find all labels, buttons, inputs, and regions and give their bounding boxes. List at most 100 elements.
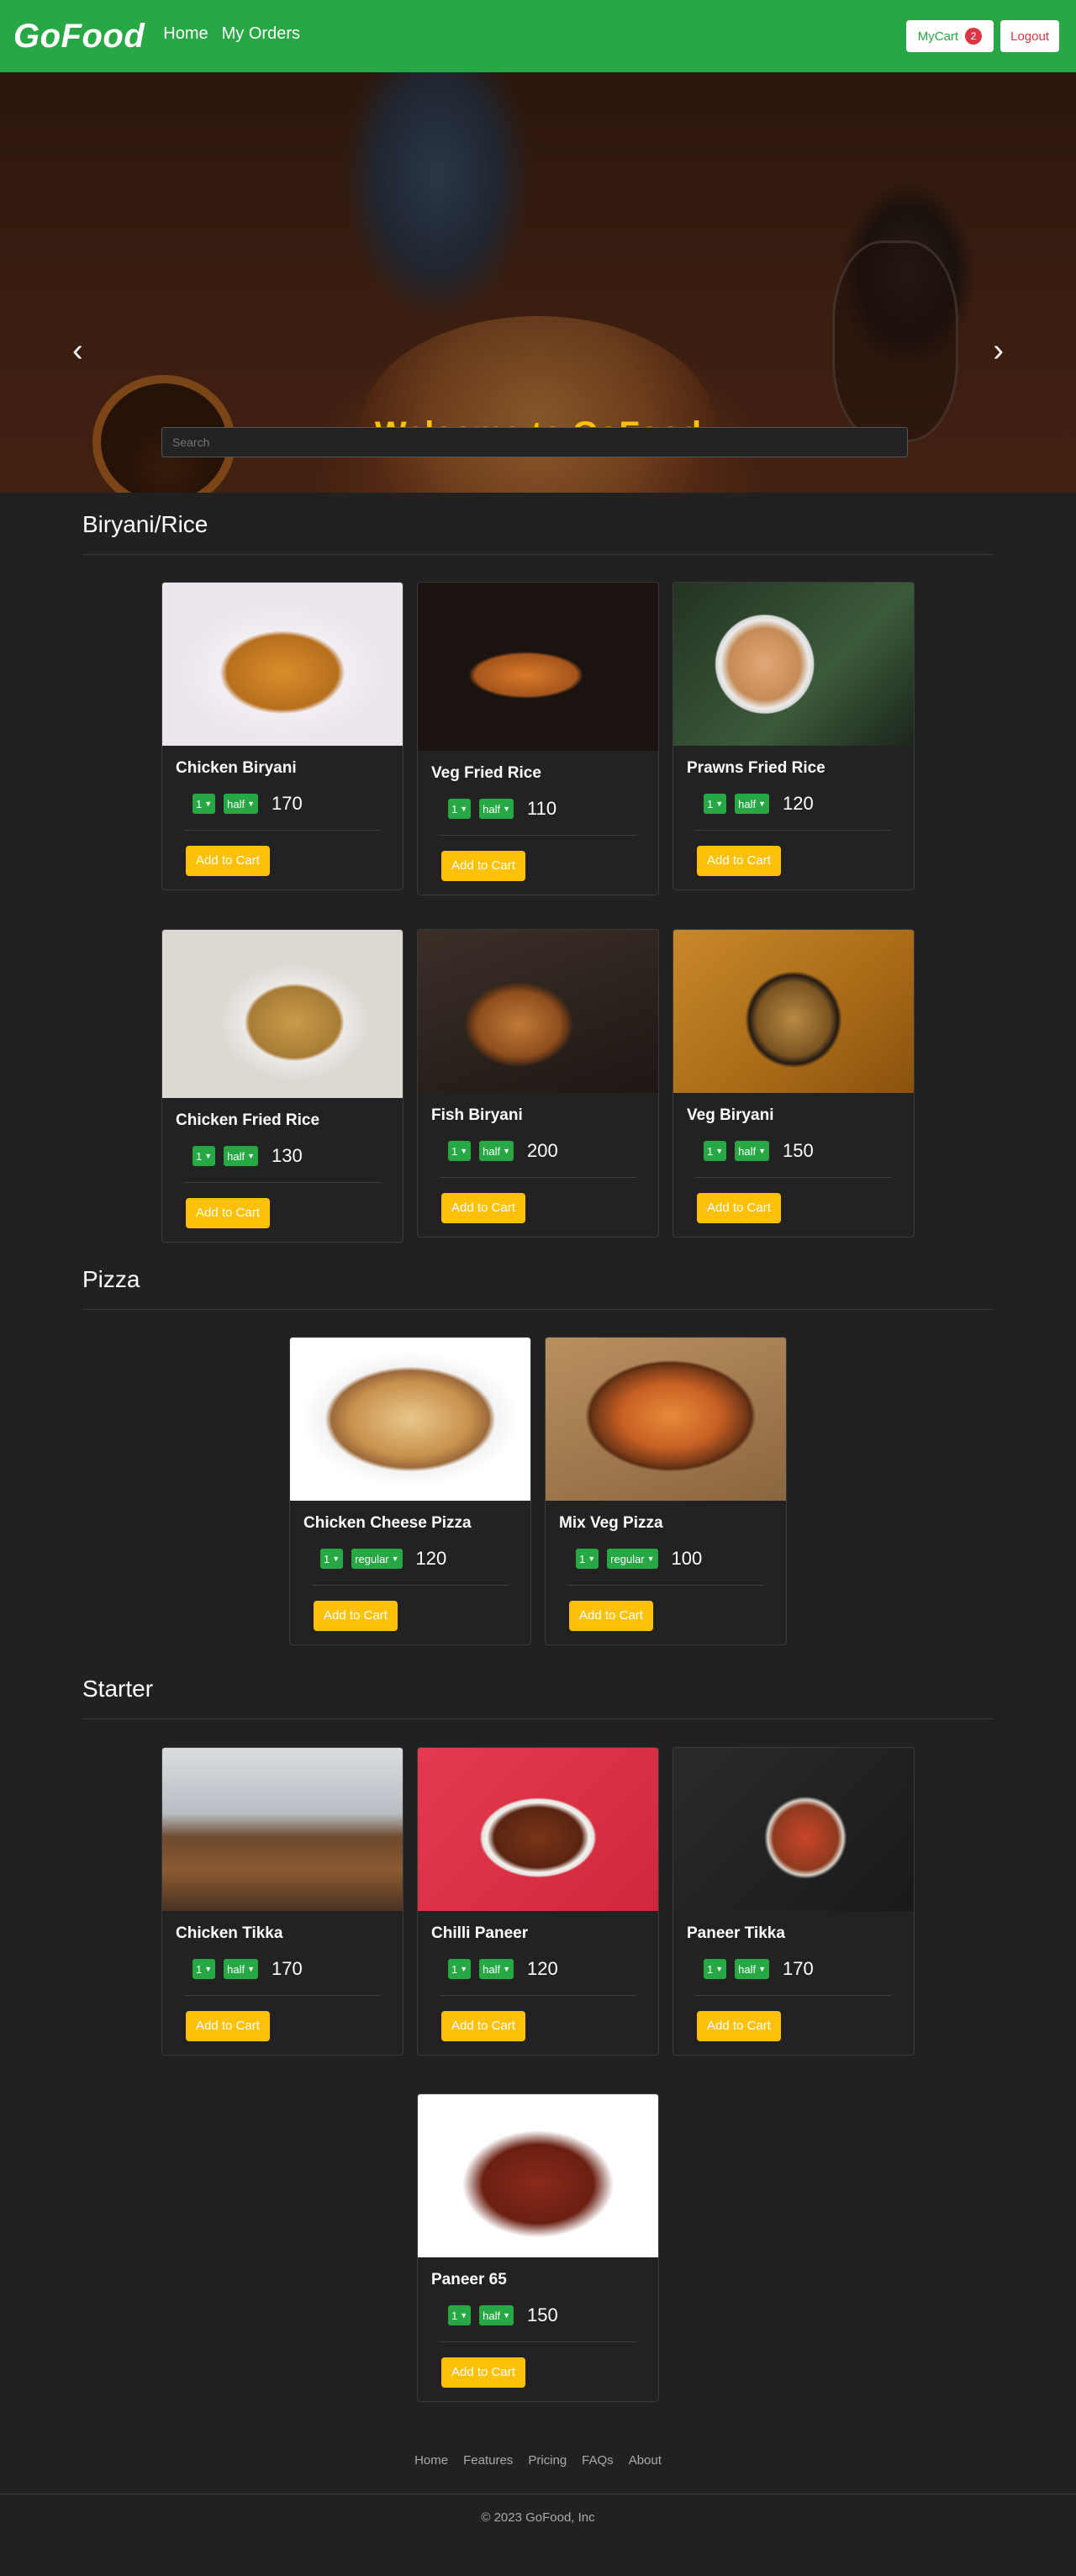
food-card-body: Fish Biryani 1 ▼ half ▼ 200 Add to Cart: [418, 1093, 658, 1237]
quantity-select[interactable]: 1 ▼: [576, 1549, 599, 1569]
quantity-select[interactable]: 1 ▼: [448, 2305, 472, 2325]
quantity-select[interactable]: 1 ▼: [704, 1959, 727, 1979]
add-to-cart-button[interactable]: Add to Cart: [441, 1193, 525, 1223]
size-select[interactable]: half ▼: [479, 799, 514, 819]
food-price: 110: [527, 798, 557, 819]
chevron-down-icon: ▼: [204, 1965, 213, 1973]
quantity-select[interactable]: 1 ▼: [448, 799, 472, 819]
quantity-select[interactable]: 1 ▼: [704, 1141, 727, 1161]
hero-pizza-shape: [361, 316, 715, 493]
footer-link-about[interactable]: About: [629, 2453, 662, 2468]
food-name: Chicken Biryani: [176, 759, 297, 777]
chevron-down-icon: ▼: [391, 1555, 399, 1563]
food-card: Paneer Tikka 1 ▼ half ▼ 170 Add to Cart: [672, 1747, 915, 2056]
quantity-value: 1: [707, 1144, 714, 1158]
quantity-select[interactable]: 1 ▼: [448, 1959, 472, 1979]
chevron-down-icon: ▼: [204, 1152, 213, 1160]
chicken-tikka-image: [162, 1748, 403, 1911]
size-select[interactable]: half ▼: [735, 1141, 770, 1161]
quantity-select[interactable]: 1 ▼: [704, 794, 727, 814]
size-value: half: [483, 2309, 501, 2322]
quantity-select[interactable]: 1 ▼: [320, 1549, 344, 1569]
copyright-text: © 2023 GoFood, Inc: [481, 2510, 595, 2525]
quantity-value: 1: [707, 1962, 714, 1976]
add-to-cart-button[interactable]: Add to Cart: [441, 2357, 525, 2388]
search-input[interactable]: [161, 427, 908, 457]
chevron-down-icon: ▼: [758, 1965, 767, 1973]
footer-link-features[interactable]: Features: [463, 2453, 513, 2468]
add-to-cart-button[interactable]: Add to Cart: [441, 2011, 525, 2041]
card-divider: [440, 2341, 636, 2342]
size-select[interactable]: regular ▼: [607, 1549, 658, 1569]
add-to-cart-button[interactable]: Add to Cart: [186, 1198, 270, 1228]
nav-link-home[interactable]: Home: [163, 24, 208, 44]
brand-logo[interactable]: GoFood: [13, 18, 145, 55]
food-card-body: Chilli Paneer 1 ▼ half ▼ 120 Add to Cart: [418, 1911, 658, 2055]
footer-link-home[interactable]: Home: [414, 2453, 448, 2468]
card-divider: [440, 1177, 636, 1178]
size-select[interactable]: half ▼: [224, 794, 259, 814]
card-divider: [312, 1585, 509, 1586]
food-name: Chicken Tikka: [176, 1924, 283, 1942]
size-select[interactable]: half ▼: [479, 1959, 514, 1979]
size-select[interactable]: half ▼: [224, 1959, 259, 1979]
food-price: 170: [783, 1958, 814, 1979]
add-to-cart-button[interactable]: Add to Cart: [697, 846, 781, 876]
card-divider: [695, 1177, 892, 1178]
veg-fried-rice-image: [418, 583, 658, 751]
nav-link-my-orders[interactable]: My Orders: [222, 24, 300, 44]
add-to-cart-button[interactable]: Add to Cart: [697, 2011, 781, 2041]
food-price: 150: [527, 2304, 558, 2325]
quantity-select[interactable]: 1 ▼: [448, 1141, 472, 1161]
size-select[interactable]: half ▼: [735, 794, 770, 814]
size-value: half: [738, 797, 757, 810]
fish-biryani-image: [418, 930, 658, 1093]
chevron-down-icon: ▼: [332, 1555, 340, 1563]
chevron-down-icon: ▼: [715, 800, 724, 808]
food-options: 1 ▼ half ▼ 130: [176, 1145, 389, 1167]
size-select[interactable]: half ▼: [224, 1146, 259, 1166]
food-card-body: Paneer 65 1 ▼ half ▼ 150 Add to Cart: [418, 2257, 658, 2401]
quantity-select[interactable]: 1 ▼: [193, 1146, 216, 1166]
chevron-down-icon: ▼: [247, 1152, 256, 1160]
food-name: Chicken Fried Rice: [176, 1111, 320, 1129]
card-divider: [184, 1995, 381, 1996]
chevron-left-icon[interactable]: ‹: [72, 333, 83, 369]
chevron-down-icon: ▼: [247, 800, 256, 808]
size-select[interactable]: half ▼: [479, 1141, 514, 1161]
quantity-select[interactable]: 1 ▼: [193, 1959, 216, 1979]
quantity-select[interactable]: 1 ▼: [193, 794, 216, 814]
size-value: regular: [355, 1552, 389, 1565]
footer-link-pricing[interactable]: Pricing: [528, 2453, 567, 2468]
food-card-body: Prawns Fried Rice 1 ▼ half ▼ 120 Add to Cart: [673, 746, 914, 889]
chicken-cheese-pizza-image: [290, 1338, 530, 1501]
footer-link-faqs[interactable]: FAQs: [582, 2453, 614, 2468]
add-to-cart-button[interactable]: Add to Cart: [186, 2011, 270, 2041]
food-card-body: Chicken Biryani 1 ▼ half ▼ 170 Add to Cart: [162, 746, 403, 889]
quantity-value: 1: [579, 1552, 586, 1565]
add-to-cart-button[interactable]: Add to Cart: [569, 1601, 653, 1631]
size-select[interactable]: half ▼: [479, 2305, 514, 2325]
food-card: Veg Fried Rice 1 ▼ half ▼ 110 Add to Cart: [417, 582, 659, 895]
size-value: half: [483, 1144, 501, 1158]
size-value: regular: [610, 1552, 645, 1565]
add-to-cart-button[interactable]: Add to Cart: [441, 851, 525, 881]
footer-nav: Home Features Pricing FAQs About: [0, 2453, 1076, 2468]
add-to-cart-button[interactable]: Add to Cart: [314, 1601, 398, 1631]
food-card: Paneer 65 1 ▼ half ▼ 150 Add to Cart: [417, 2093, 659, 2402]
add-to-cart-button[interactable]: Add to Cart: [186, 846, 270, 876]
chevron-right-icon[interactable]: ›: [993, 333, 1004, 369]
logout-button[interactable]: Logout: [1000, 20, 1059, 52]
size-value: half: [738, 1144, 757, 1158]
chicken-biryani-image: [162, 583, 403, 746]
hero-glass-shape: [832, 240, 958, 442]
food-options: 1 ▼ regular ▼ 100: [559, 1548, 773, 1570]
my-cart-button[interactable]: MyCart 2: [905, 20, 994, 52]
mix-veg-pizza-image: [546, 1338, 786, 1501]
cart-count-badge: 2: [965, 28, 983, 45]
add-to-cart-button[interactable]: Add to Cart: [697, 1193, 781, 1223]
size-select[interactable]: regular ▼: [351, 1549, 403, 1569]
food-price: 170: [272, 1958, 303, 1979]
food-card: Chicken Cheese Pizza 1 ▼ regular ▼ 120 Add to …: [289, 1337, 531, 1645]
size-select[interactable]: half ▼: [735, 1959, 770, 1979]
